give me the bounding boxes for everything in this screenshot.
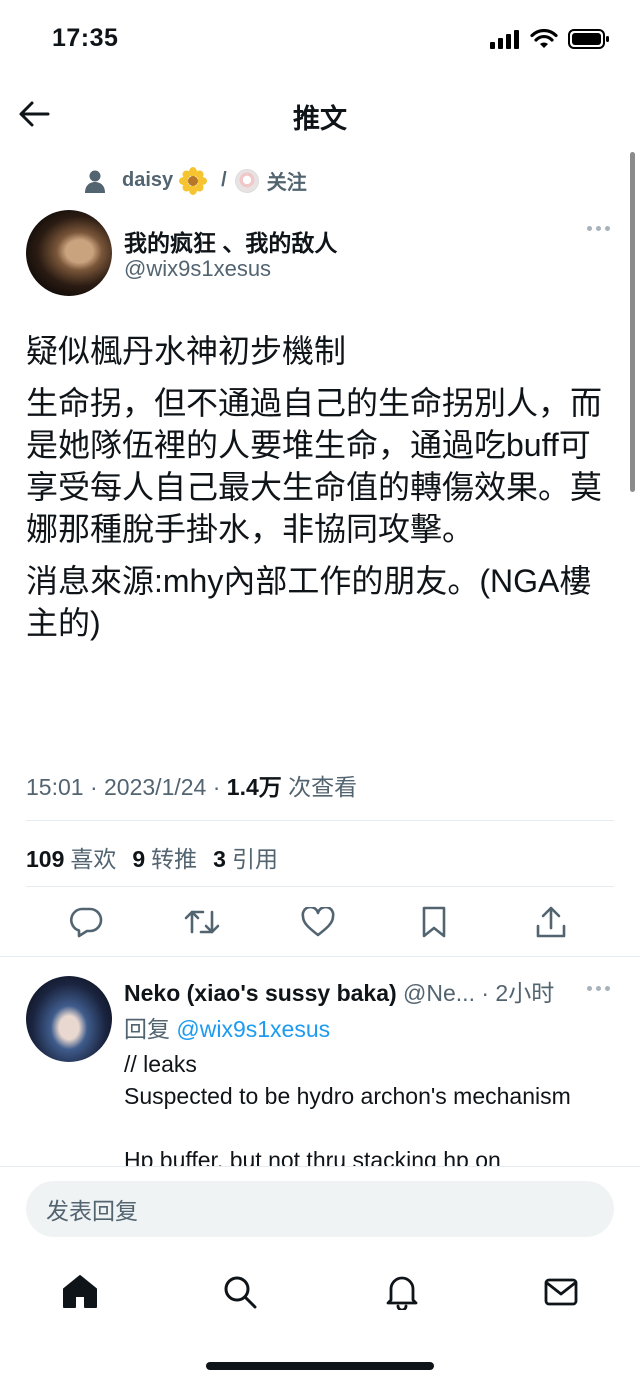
retweet-button[interactable] (182, 900, 222, 944)
bookmark-button[interactable] (414, 900, 454, 944)
tweet-time: 15:01 (26, 774, 84, 800)
more-dot (605, 226, 610, 231)
more-options-button[interactable] (587, 226, 610, 231)
reply-avatar[interactable] (26, 976, 112, 1062)
divider (26, 886, 614, 887)
nav-home[interactable] (56, 1268, 104, 1316)
bell-icon (386, 1276, 418, 1310)
reply-button[interactable] (66, 900, 106, 944)
tweet-paragraph: 生命拐，但不通過自己的生命拐別人，而是她隊伍裡的人要堆生命，通過吃buff可享受… (26, 385, 603, 547)
reply-line: Hp buffer, but not thru stacking hp on (124, 1147, 501, 1166)
quotes-stat[interactable]: 3 引用 (213, 840, 278, 874)
status-bar: 17:35 (0, 0, 640, 80)
share-button[interactable] (531, 900, 571, 944)
follow-link[interactable]: 关注 (267, 166, 307, 195)
flower-icon (179, 166, 208, 195)
tweet-meta: 15:01 · 2023/1/24 · 1.4万 次查看 (26, 768, 357, 802)
social-context: daisy / 关注 (82, 166, 307, 195)
tweet-date: 2023/1/24 (104, 774, 207, 800)
page-title: 推文 (293, 104, 347, 134)
views-label: 次查看 (288, 774, 358, 800)
reply-separator: · (481, 980, 490, 1006)
tweet-text: 疑似楓丹水神初步機制 生命拐，但不通過自己的生命拐別人，而是她隊伍裡的人要堆生命… (26, 330, 616, 654)
more-dot (587, 226, 592, 231)
share-icon (536, 906, 566, 938)
nav-messages[interactable] (537, 1268, 585, 1316)
reply-header: Neko (xiao's sussy baka) @Ne... · 2小时 (124, 974, 554, 1008)
home-icon (63, 1275, 97, 1308)
reply-time: 2小时 (495, 980, 555, 1006)
author-avatar[interactable] (26, 210, 112, 296)
status-icons (490, 28, 610, 50)
nav-notifications[interactable] (378, 1268, 426, 1316)
mail-icon (544, 1278, 578, 1306)
like-button[interactable] (298, 900, 338, 944)
likes-count: 109 (26, 846, 65, 872)
meta-separator: · (89, 774, 98, 800)
retweets-count: 9 (132, 846, 146, 872)
views-count: 1.4万 (226, 774, 282, 800)
small-avatar (234, 168, 259, 193)
likes-stat[interactable]: 109 喜欢 (26, 840, 116, 874)
tweet-actions (0, 900, 640, 946)
reply-text: // leaks Suspected to be hydro archon's … (124, 1048, 624, 1166)
social-context-user[interactable]: daisy (122, 169, 173, 192)
reply-line: Suspected to be hydro archon's mechanism (124, 1083, 571, 1109)
reply-to-handle[interactable]: @wix9s1xesus (176, 1016, 330, 1042)
reply-composer-bar: 发表回复 (0, 1166, 640, 1254)
person-icon (85, 170, 105, 193)
top-bar: 推文 (0, 80, 640, 146)
battery-icon (568, 29, 609, 49)
bottom-nav (0, 1254, 640, 1385)
tweet-paragraph: 疑似楓丹水神初步機制 (26, 333, 347, 369)
nav-search[interactable] (216, 1268, 264, 1316)
reply-line: // leaks (124, 1051, 197, 1077)
reply-icon (70, 907, 103, 938)
reply-more-options-button[interactable] (587, 986, 610, 991)
more-dot (596, 986, 601, 991)
likes-label: 喜欢 (70, 846, 117, 872)
author-handle[interactable]: @wix9s1xesus (124, 256, 271, 282)
home-indicator[interactable] (206, 1362, 434, 1370)
quotes-count: 3 (213, 846, 226, 872)
more-dot (596, 226, 601, 231)
reply-to: 回复 @wix9s1xesus (124, 1010, 330, 1044)
retweets-label: 转推 (151, 846, 198, 872)
bookmark-icon (422, 906, 446, 938)
scrollbar[interactable] (630, 152, 635, 492)
more-dot (587, 986, 592, 991)
status-time: 17:35 (52, 24, 119, 52)
divider (0, 956, 640, 957)
social-context-separator: / (221, 169, 227, 191)
reply-input[interactable]: 发表回复 (26, 1181, 614, 1237)
cellular-signal-icon (490, 30, 519, 49)
quotes-label: 引用 (231, 846, 278, 872)
search-icon (224, 1276, 257, 1309)
reply-to-label: 回复 (124, 1016, 170, 1042)
retweet-icon (184, 910, 220, 934)
author-name[interactable]: 我的疯狂 、我的敌人 (124, 224, 337, 258)
reply-line (124, 1112, 624, 1144)
heart-icon (301, 907, 335, 937)
tweet-stats: 109 喜欢 9 转推 3 引用 (26, 840, 278, 874)
reply-author-handle[interactable]: @Ne... (403, 980, 475, 1006)
retweets-stat[interactable]: 9 转推 (132, 840, 197, 874)
meta-separator: · (212, 774, 221, 800)
tweet-paragraph: 消息來源:mhy內部工作的朋友。(NGA樓主的) (26, 563, 592, 641)
divider (26, 820, 614, 821)
more-dot (605, 986, 610, 991)
reply-author-name[interactable]: Neko (xiao's sussy baka) (124, 980, 397, 1006)
wifi-icon (530, 29, 558, 48)
